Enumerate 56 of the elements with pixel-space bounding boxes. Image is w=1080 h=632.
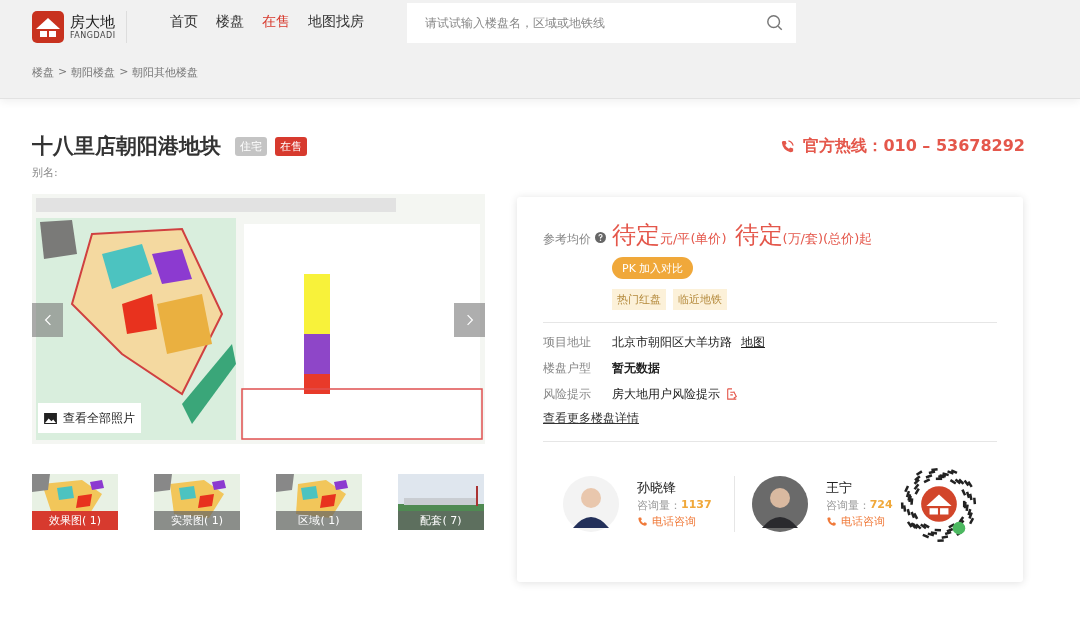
agent-name: 孙晓锋 [637,479,677,497]
detail-label: 项目地址 [543,333,592,351]
consult-label: 咨询量： [825,498,870,513]
feature-tag: 临近地铁 [673,289,727,310]
breadcrumb-separator: > [58,65,68,80]
breadcrumb-link[interactable]: 朝阳其他楼盘 [132,65,199,80]
consult-count: 724 [869,498,893,513]
avatar [751,476,808,532]
detail-value: 房大地用户风险提示 [612,385,720,403]
detail-value: 北京市朝阳区大羊坊路 [612,333,732,351]
map-link[interactable]: 地图 [741,333,765,351]
consult-count: 1137 [681,498,712,513]
hotline-text: 官方热线：010 – 53678292 [803,135,1025,157]
detail-label: 楼盘户型 [543,359,592,377]
phone-consult-link[interactable]: 电话咨询 [825,514,893,529]
price-value: 待定 [612,220,660,251]
search-field[interactable]: 请试试输入楼盘名，区域或地铁线 [406,3,796,43]
price-unit: (万/套)(总价)起 [782,231,873,248]
image-icon [44,412,57,424]
price-value: 待定 [734,220,783,251]
agent-name: 王宁 [825,479,853,497]
chevron-left-icon [43,313,52,327]
detail-value: 暂无数据 [612,359,660,377]
property-title: 十八里店朝阳港地块 [32,133,221,160]
phone-icon [637,516,648,527]
price-unit: 元/平(单价) [660,231,727,248]
logo-icon [32,11,64,43]
breadcrumb-link[interactable]: 楼盘 [32,65,54,80]
logo-subtitle: FANGDADI [70,31,116,40]
nav-link[interactable]: 首页 [169,13,198,31]
chevron-right-icon [465,313,474,327]
phone-icon [780,138,796,154]
breadcrumb-separator: > [119,65,129,80]
nav-link[interactable]: 在售 [261,13,290,31]
feature-tag: 热门红盘 [612,289,666,310]
document-icon[interactable] [726,388,738,400]
more-details-link[interactable]: 查看更多楼盘详情 [543,410,639,427]
nav-link[interactable]: 地图找房 [307,13,364,31]
thumbnail-tab[interactable]: 区域( 1) [276,511,362,530]
price-label: 参考均价 [543,231,591,248]
phone-consult-link[interactable]: 电话咨询 [637,514,712,529]
thumbnail-tab[interactable]: 实景图( 1) [154,511,240,530]
thumbnail-tab[interactable]: 效果图( 1) [32,511,118,530]
view-all-photos-button[interactable]: 查看全部照片 [38,403,141,433]
property-tag: 在售 [275,136,307,156]
alias-label: 别名: [32,165,59,180]
phone-icon [825,516,837,527]
thumbnail-tab[interactable]: 配套( 7) [398,511,484,530]
nav-link[interactable]: 楼盘 [215,13,244,31]
consult-label: 咨询量： [637,498,681,513]
detail-label: 风险提示 [543,385,592,403]
avatar [563,476,619,532]
search-icon[interactable] [765,14,784,32]
breadcrumb-link[interactable]: 朝阳楼盘 [71,65,116,80]
help-icon[interactable] [595,232,606,243]
logo-name: 房大地 [70,14,116,31]
